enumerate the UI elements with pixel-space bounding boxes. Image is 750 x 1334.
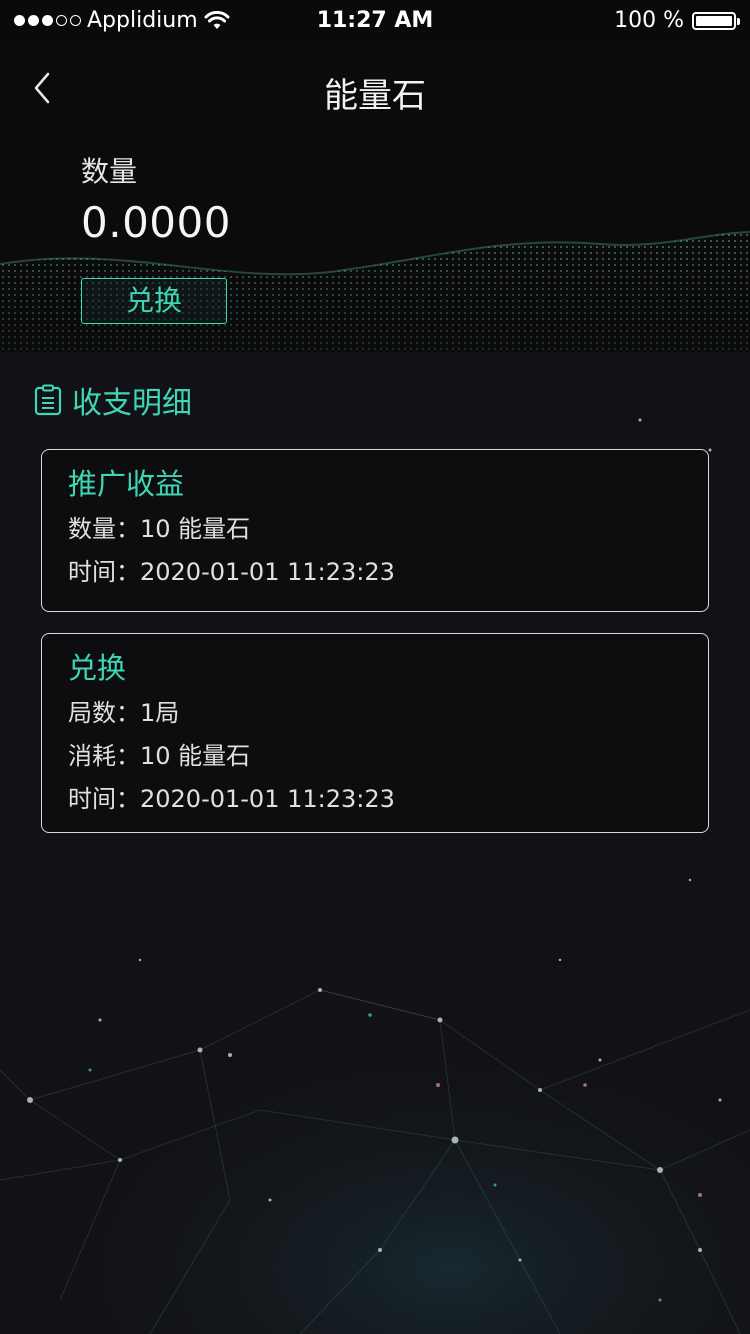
record-cost: 消耗：10 能量石 xyxy=(68,742,251,770)
record-title: 推广收益 xyxy=(68,467,185,501)
record-rounds: 局数：1局 xyxy=(68,699,180,727)
battery-icon xyxy=(692,11,740,30)
balance-label: 数量 xyxy=(81,155,138,188)
exchange-button[interactable]: 兑换 xyxy=(81,278,227,324)
balance-value: 0.0000 xyxy=(81,198,231,247)
records-title-text: 收支明细 xyxy=(72,386,192,421)
battery-level-fill xyxy=(696,15,732,26)
record-title: 兑换 xyxy=(68,651,127,685)
status-bar: Applidium 11:27 AM 100 % xyxy=(0,0,750,44)
record-time: 时间：2020-01-01 11:23:23 xyxy=(68,558,395,586)
balance-header: 能量石 数量 0.0000 兑换 xyxy=(0,44,750,352)
page-title: 能量石 xyxy=(324,76,426,116)
record-time: 时间：2020-01-01 11:23:23 xyxy=(68,785,395,813)
records-section-title: 收支明细 xyxy=(34,378,192,422)
status-bar-right: 100 % xyxy=(614,8,740,33)
nav-bar: 能量石 xyxy=(0,44,750,134)
record-amount: 数量：10 能量石 xyxy=(68,515,251,543)
clipboard-list-icon xyxy=(34,384,62,416)
record-card-exchange[interactable]: 兑换 局数：1局 消耗：10 能量石 时间：2020-01-01 11:23:2… xyxy=(41,633,709,833)
battery-percent: 100 % xyxy=(614,8,684,33)
record-card-promotion[interactable]: 推广收益 数量：10 能量石 时间：2020-01-01 11:23:23 xyxy=(41,449,709,612)
